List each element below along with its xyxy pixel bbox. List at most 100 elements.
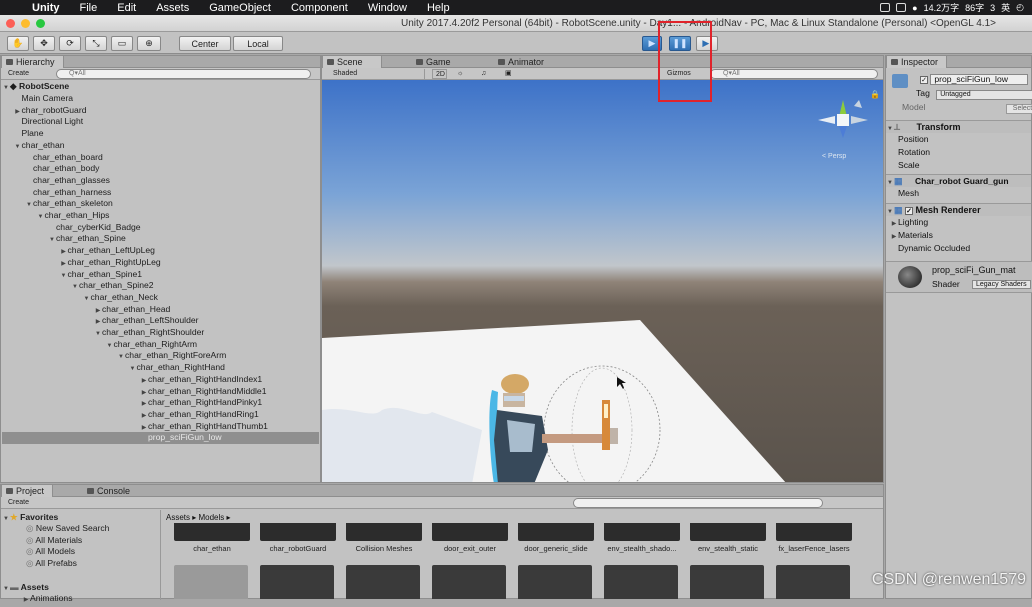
assets-row[interactable]: ▼▬ Assets [2,582,159,594]
tag-dropdown[interactable]: Untagged [936,90,1032,100]
asset-thumbnail-row2[interactable] [432,565,506,599]
orientation-gizmo[interactable] [818,100,868,138]
scene-search-input[interactable]: Q▾All [710,69,878,79]
gizmo-center-icon[interactable] [837,114,849,126]
scale-tool-icon[interactable]: ⤡ [85,36,107,51]
gizmo-x-icon[interactable] [818,116,835,124]
hierarchy-row[interactable]: ▼char_ethan_RightHand [2,362,319,374]
favorites-row[interactable]: ▼★ Favorites [2,512,159,524]
tab-hierarchy[interactable]: Hierarchy [1,56,64,68]
hierarchy-row[interactable]: char_ethan_harness [2,187,319,199]
hierarchy-row[interactable]: Plane [2,128,319,140]
tab-animator[interactable]: Animator [494,56,552,68]
wechat-icon[interactable]: ● [912,3,917,13]
move-tool-icon[interactable]: ✥ [33,36,55,51]
asset-item[interactable]: fx_laserFence_lasers [776,523,852,553]
tab-console[interactable]: Console [83,485,138,497]
hierarchy-row[interactable]: Directional Light [2,116,319,128]
asset-thumbnail-row2[interactable] [174,565,248,599]
breadcrumb-models[interactable]: Models [198,513,224,522]
asset-item[interactable]: Collision Meshes [346,523,422,553]
asset-item[interactable]: env_stealth_static [690,523,766,553]
mesh-renderer-header[interactable]: ▼▦ ✓ Mesh Renderer [886,203,1031,216]
hierarchy-row[interactable]: ▶ char_ethan_LeftUpLeg [2,245,319,257]
hierarchy-row[interactable]: ▼char_ethan_Neck [2,292,319,304]
hierarchy-row[interactable]: ▼char_ethan [2,140,319,152]
hierarchy-row[interactable]: ▶ char_robotGuard [2,105,319,117]
project-search-input[interactable] [573,498,823,508]
tab-scene[interactable]: Scene [322,56,382,68]
hierarchy-row[interactable]: ▶ char_ethan_Head [2,304,319,316]
mesh-filter-header[interactable]: ▼▦ Char_robot Guard_gun [886,174,1031,187]
hierarchy-row[interactable]: ▼char_ethan_RightShoulder [2,327,319,339]
window-icon[interactable] [896,3,907,12]
menu-app-unity[interactable]: Unity [22,2,70,14]
hierarchy-row[interactable]: ▼char_ethan_Spine2 [2,280,319,292]
gizmo-z-icon[interactable] [839,126,847,138]
asset-item[interactable]: door_exit_outer [432,523,508,553]
menu-gameobject[interactable]: GameObject [199,2,281,14]
hierarchy-row[interactable]: ▶ char_ethan_LeftShoulder [2,315,319,327]
asset-item[interactable]: char_robotGuard [260,523,336,553]
2d-toggle[interactable]: 2D [432,69,447,79]
object-name-field[interactable]: prop_sciFiGun_low [930,74,1029,85]
asset-item[interactable]: door_generic_slide [518,523,594,553]
scene-root-row[interactable]: ▼◆ RobotScene [2,81,319,93]
hierarchy-row[interactable]: ▶ char_ethan_RightHandMiddle1 [2,386,319,398]
menu-help[interactable]: Help [417,2,460,14]
lock-icon[interactable]: 🔒 [870,90,880,99]
hierarchy-search-input[interactable]: Q▾All [56,69,311,79]
favorite-item[interactable]: ◎ All Models [2,546,159,558]
asset-thumbnail-row2[interactable] [346,565,420,599]
favorite-item[interactable]: ◎ All Materials [2,535,159,547]
asset-item[interactable]: char_ethan [174,523,250,553]
input-method[interactable]: 英 [1001,1,1010,14]
tab-game[interactable]: Game [412,56,459,68]
scene-viewport[interactable]: < Persp 🔒 [322,80,883,482]
lighting-toggle-icon[interactable]: ☼ [454,69,470,79]
shading-mode-dropdown[interactable]: Shaded [330,69,425,79]
lighting-row[interactable]: ▶ Lighting [890,216,1031,228]
clock-icon[interactable]: ◴ [1016,2,1024,13]
pivot-center-button[interactable]: Center [179,36,231,51]
asset-item[interactable]: env_stealth_shado... [604,523,680,553]
asset-thumbnail-row2[interactable] [260,565,334,599]
materials-row[interactable]: ▶ Materials [890,229,1031,241]
tab-project[interactable]: Project [1,485,54,497]
shader-dropdown[interactable]: Legacy Shaders [972,280,1031,289]
hand-tool-icon[interactable]: ✋ [7,36,29,51]
pivot-local-button[interactable]: Local [233,36,283,51]
asset-thumbnail-row2[interactable] [776,565,850,599]
favorite-item[interactable]: ◎ New Saved Search [2,523,159,535]
screen-icon[interactable] [880,3,891,12]
gizmo-negx-icon[interactable] [851,116,868,124]
breadcrumb-assets[interactable]: Assets [166,513,190,522]
hierarchy-row[interactable]: char_cyberKid_Badge [2,222,319,234]
asset-thumbnail-row2[interactable] [518,565,592,599]
audio-toggle-icon[interactable]: ♫ [478,69,494,79]
hierarchy-row[interactable]: ▼char_ethan_Hips [2,210,319,222]
tab-inspector[interactable]: Inspector [886,56,948,68]
hierarchy-row[interactable]: Main Camera [2,93,319,105]
model-select-button[interactable]: Select [1005,104,1032,114]
active-checkbox[interactable]: ✓ [920,75,928,84]
hierarchy-row[interactable]: ▼char_ethan_RightArm [2,339,319,351]
menu-component[interactable]: Component [281,2,358,14]
hierarchy-row[interactable]: ▼char_ethan_skeleton [2,198,319,210]
asset-thumbnail-row2[interactable] [690,565,764,599]
hierarchy-row[interactable]: ▶ char_ethan_RightHandRing1 [2,409,319,421]
hierarchy-row[interactable]: char_ethan_board [2,152,319,164]
hierarchy-row[interactable]: ▼char_ethan_RightForeArm [2,350,319,362]
transform-tool-icon[interactable]: ⊕ [137,36,161,51]
rotate-tool-icon[interactable]: ⟳ [59,36,81,51]
project-create-dropdown[interactable]: Create [5,498,29,508]
menu-file[interactable]: File [70,2,108,14]
rect-tool-icon[interactable]: ▭ [111,36,133,51]
hierarchy-row[interactable]: ▶ char_ethan_RightHandThumb1 [2,421,319,433]
persp-label[interactable]: < Persp [822,153,846,160]
hierarchy-row[interactable]: ▶ char_ethan_RightHandIndex1 [2,374,319,386]
hierarchy-create-dropdown[interactable]: Create [5,69,29,79]
asset-thumbnail-row2[interactable] [604,565,678,599]
hierarchy-row[interactable]: char_ethan_body [2,163,319,175]
mesh-renderer-checkbox[interactable]: ✓ [905,206,914,215]
